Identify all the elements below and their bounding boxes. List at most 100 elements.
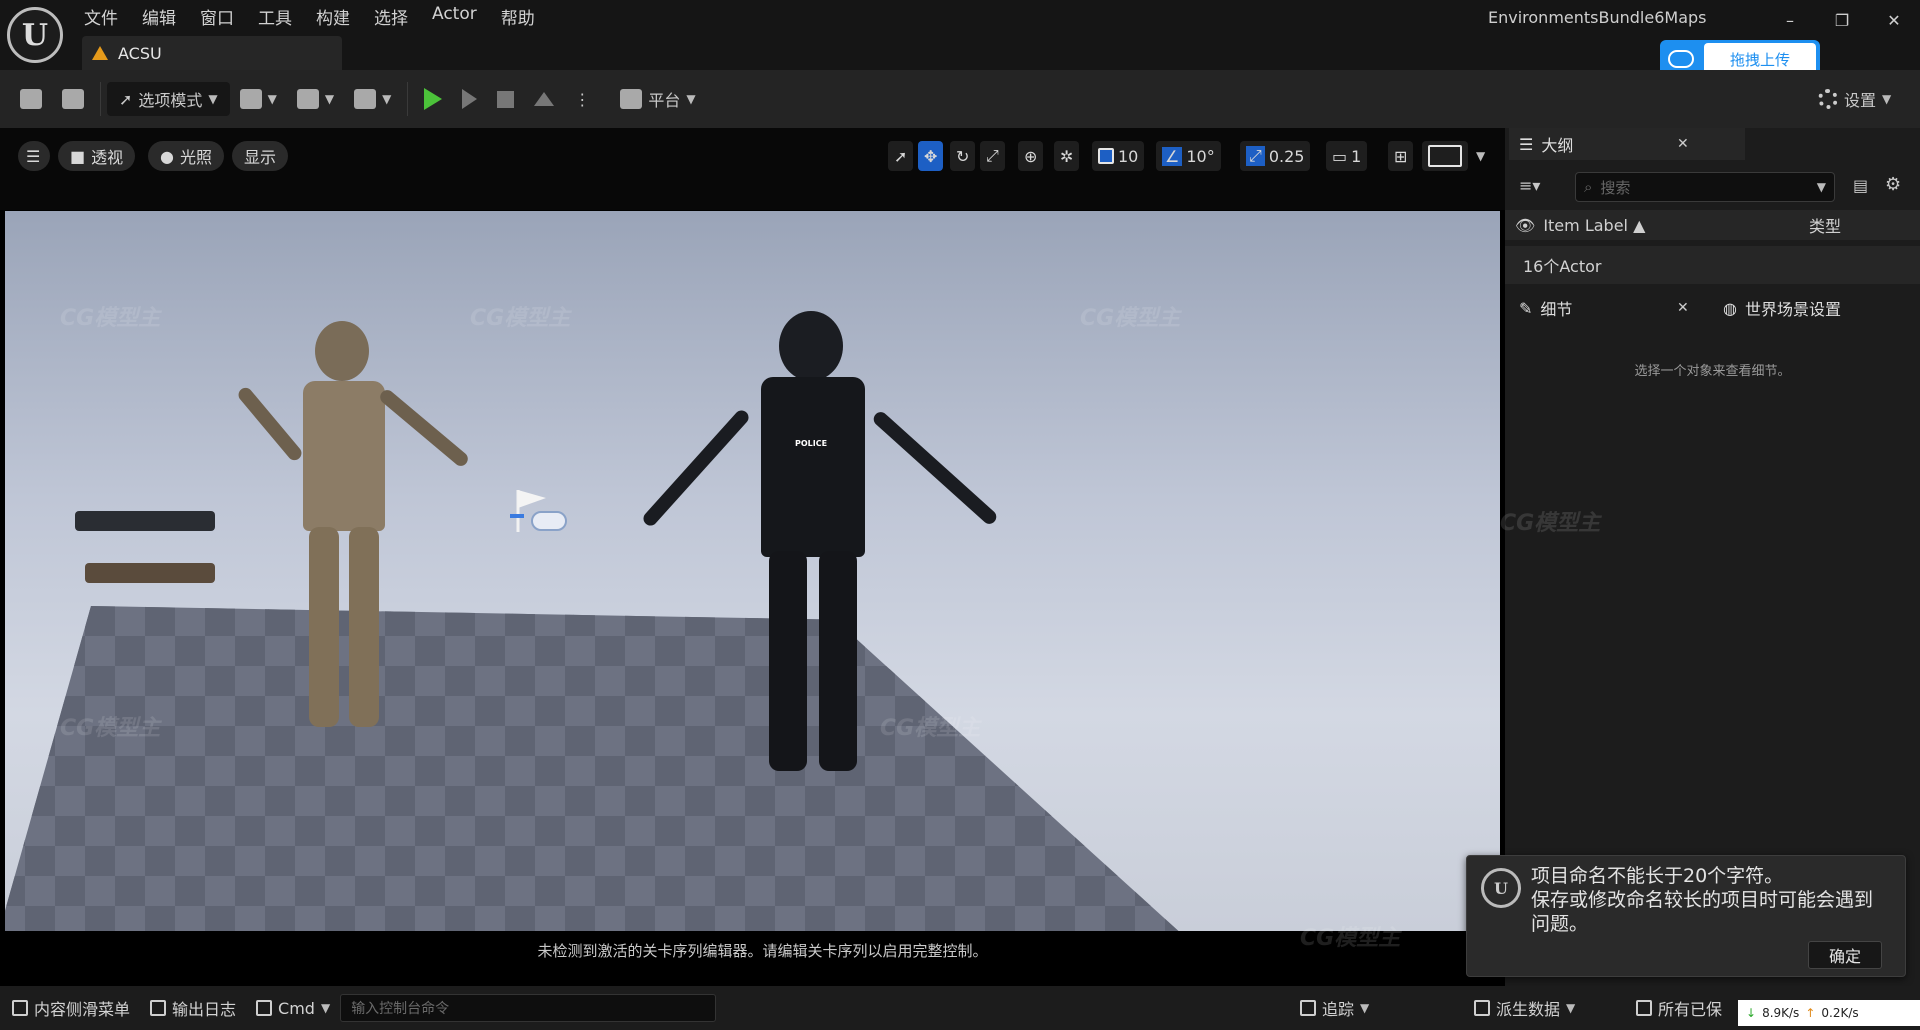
scale-snap-icon: ⤢	[1246, 146, 1265, 166]
browse-button[interactable]	[52, 80, 94, 118]
soldier-right-leg	[349, 527, 379, 727]
filter-icon[interactable]: ≡▾	[1519, 176, 1540, 195]
chevron-down-icon: ▼	[1882, 92, 1892, 106]
toolbar-divider	[100, 82, 101, 116]
world-local-toggle[interactable]: ⊕	[1018, 141, 1044, 171]
globe-icon: ◍	[1723, 298, 1737, 318]
world-settings-tab[interactable]: ◍ 世界场景设置	[1713, 292, 1920, 324]
show-label: 显示	[244, 148, 277, 167]
scale-tool[interactable]: ⤢	[980, 141, 1005, 171]
content-drawer-button[interactable]: 内容侧滑菜单	[0, 986, 140, 1030]
trace-button[interactable]: 追踪 ▼	[1290, 986, 1379, 1030]
platform-button[interactable]: 平台 ▼	[610, 80, 705, 118]
project-title: EnvironmentsBundle6Maps	[1488, 8, 1707, 27]
outliner-search-input[interactable]: ⌕ 搜索 ▼	[1575, 172, 1835, 202]
perspective-button[interactable]: ■ 透视	[58, 141, 136, 171]
save-status-label: 所有已保	[1658, 1000, 1723, 1019]
cursor-icon: ➚	[119, 89, 133, 109]
cinematics-button[interactable]: ▼	[344, 80, 401, 118]
level-tab[interactable]: ACSU	[82, 36, 342, 70]
menu-actor[interactable]: Actor	[420, 0, 489, 30]
add-actor-button[interactable]: ▼	[230, 80, 287, 118]
database-icon	[1474, 1000, 1490, 1016]
column-type[interactable]: 类型	[1809, 213, 1841, 237]
settings-button[interactable]: 设置 ▼	[1808, 80, 1901, 118]
viewport-frame-icon	[1428, 145, 1462, 167]
add-folder-icon[interactable]: ▤	[1853, 176, 1868, 195]
scale-snap-toggle[interactable]: ⤢ 0.25	[1240, 141, 1311, 171]
select-tool[interactable]: ➚	[888, 141, 914, 171]
blueprint-button[interactable]: ▼	[287, 80, 344, 118]
warning-icon	[92, 46, 108, 60]
window-controls: – ❐ ✕	[1764, 0, 1920, 40]
menu-tools[interactable]: 工具	[246, 0, 304, 30]
menu-edit[interactable]: 编辑	[130, 0, 188, 30]
close-icon[interactable]: ✕	[1677, 300, 1689, 316]
play-options-button[interactable]: ⋮	[564, 80, 600, 118]
derived-data-label: 派生数据	[1496, 1000, 1561, 1019]
viewport-menu-button[interactable]: ☰	[18, 141, 50, 171]
soldier-right-arm	[377, 387, 471, 469]
outliner-tab[interactable]: ☰ 大纲	[1509, 128, 1745, 160]
viewport-scene[interactable]: POLICE	[5, 211, 1500, 931]
status-bar: 内容侧滑菜单 输出日志 Cmd ▼ 输入控制台命令 追踪 ▼ 派生数据 ▼ 所有…	[0, 986, 1920, 1030]
derived-data-button[interactable]: 派生数据 ▼	[1464, 986, 1585, 1030]
viewport-options-dropdown[interactable]: ▼	[1470, 141, 1491, 171]
step-button[interactable]	[452, 80, 487, 118]
console-input[interactable]: 输入控制台命令	[340, 994, 717, 1022]
officer-head	[779, 311, 843, 381]
rotate-tool[interactable]: ↻	[950, 141, 976, 171]
show-button[interactable]: 显示	[232, 141, 289, 171]
cube-icon: ■	[70, 146, 86, 166]
close-icon[interactable]: ✕	[1677, 136, 1689, 152]
player-start-icon[interactable]	[510, 486, 570, 536]
save-icon	[20, 89, 42, 109]
mode-selector[interactable]: ➚ 选项模式 ▼	[107, 82, 230, 116]
grid-snap-value: 10	[1118, 146, 1139, 166]
minimize-button[interactable]: –	[1764, 0, 1816, 40]
menu-window[interactable]: 窗口	[188, 0, 246, 30]
grid-snap-toggle[interactable]: 10	[1092, 141, 1145, 171]
camera-speed-button[interactable]: ▭ 1	[1326, 141, 1368, 171]
list-icon: ☰	[1519, 134, 1534, 154]
globe-icon: ⊕	[1024, 146, 1038, 166]
close-button[interactable]: ✕	[1868, 0, 1920, 40]
level-viewport[interactable]: ☰ ■ 透视 ● 光照 显示 ➚ ✥ ↻ ⤢ ⊕ ✲ 10 ∠ 10° ⤢ 0.25 ▭…	[0, 128, 1505, 986]
save-button[interactable]	[10, 80, 52, 118]
folder-icon	[62, 89, 84, 109]
blueprint-icon	[296, 89, 319, 109]
rifle-model-1[interactable]	[75, 511, 215, 531]
menu-file[interactable]: 文件	[72, 0, 130, 30]
unreal-logo-icon[interactable]: U	[7, 7, 63, 63]
surface-snap-toggle[interactable]: ✲	[1054, 141, 1080, 171]
police-tag: POLICE	[795, 439, 828, 448]
confirm-button[interactable]: 确定	[1808, 941, 1882, 969]
restore-button[interactable]: ❐	[1816, 0, 1868, 40]
stop-button[interactable]	[487, 80, 524, 118]
eject-button[interactable]	[524, 80, 564, 118]
save-status[interactable]: 所有已保	[1626, 986, 1732, 1030]
camo-soldier-model[interactable]	[235, 321, 485, 741]
upload-arrow-icon: ↑	[1805, 1006, 1816, 1020]
police-officer-model[interactable]: POLICE	[625, 311, 1025, 771]
rotation-snap-toggle[interactable]: ∠ 10°	[1156, 141, 1221, 171]
outliner-column-header: 👁 Item Label ▲ 类型	[1505, 210, 1920, 240]
viewport-size-button[interactable]	[1422, 141, 1468, 171]
eye-icon[interactable]: 👁	[1505, 216, 1543, 235]
chevron-down-icon: ▼	[382, 92, 392, 106]
lighting-button[interactable]: ● 光照	[148, 141, 224, 171]
cmd-selector[interactable]: Cmd ▼	[246, 986, 340, 1030]
play-button[interactable]	[414, 80, 452, 118]
upload-speed: 0.2K/s	[1821, 1006, 1859, 1020]
rifle-model-2[interactable]	[85, 563, 215, 583]
details-empty-hint: 选择一个对象来查看细节。	[1634, 364, 1791, 379]
output-log-button[interactable]: 输出日志	[140, 986, 246, 1030]
platform-label: 平台	[648, 91, 681, 110]
settings-gear-icon[interactable]: ⚙	[1885, 174, 1901, 195]
menu-select[interactable]: 选择	[362, 0, 420, 30]
column-item-label[interactable]: Item Label ▲	[1543, 216, 1645, 235]
layout-button[interactable]: ⊞	[1388, 141, 1414, 171]
menu-build[interactable]: 构建	[304, 0, 362, 30]
menu-help[interactable]: 帮助	[489, 0, 547, 30]
translate-tool[interactable]: ✥	[918, 141, 944, 171]
